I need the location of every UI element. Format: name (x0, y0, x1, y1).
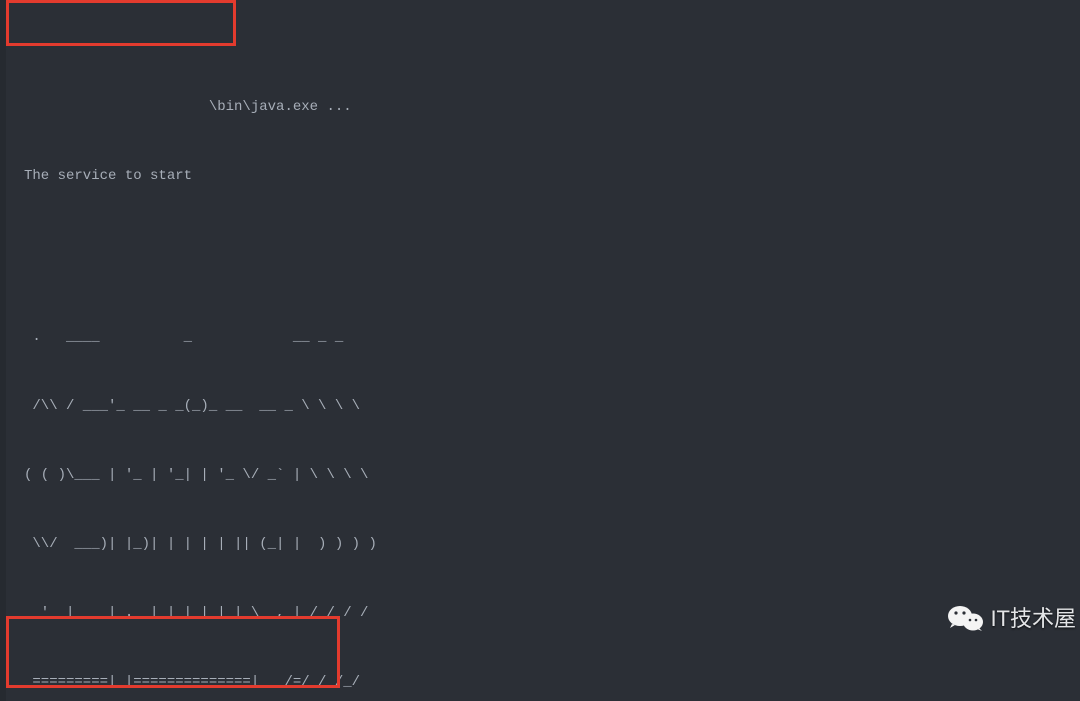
wechat-icon (948, 557, 985, 679)
banner-line: =========|_|==============|___/=/_/_/_/ (6, 671, 1080, 694)
terminal-output[interactable]: \bin\java.exe ... The service to start .… (0, 0, 1080, 701)
watermark: IT技术屋 (948, 557, 1076, 679)
banner-line: . ____ _ __ _ _ (6, 326, 1080, 349)
banner-line: ' |____| .__|_| |_|_| |_\__, | / / / / (6, 602, 1080, 625)
banner-line: ( ( )\___ | '_ | '_| | '_ \/ _` | \ \ \ … (6, 464, 1080, 487)
log-line: \bin\java.exe ... (6, 96, 1080, 119)
banner-line: \\/ ___)| |_)| | | | | || (_| | ) ) ) ) (6, 533, 1080, 556)
watermark-text: IT技术屋 (990, 607, 1076, 630)
banner-line: /\\ / ___'_ __ _ _(_)_ __ __ _ \ \ \ \ (6, 395, 1080, 418)
highlight-line-top: The service to start (6, 165, 1080, 188)
annotation-box-top (6, 0, 236, 46)
blank-line (6, 234, 1080, 257)
